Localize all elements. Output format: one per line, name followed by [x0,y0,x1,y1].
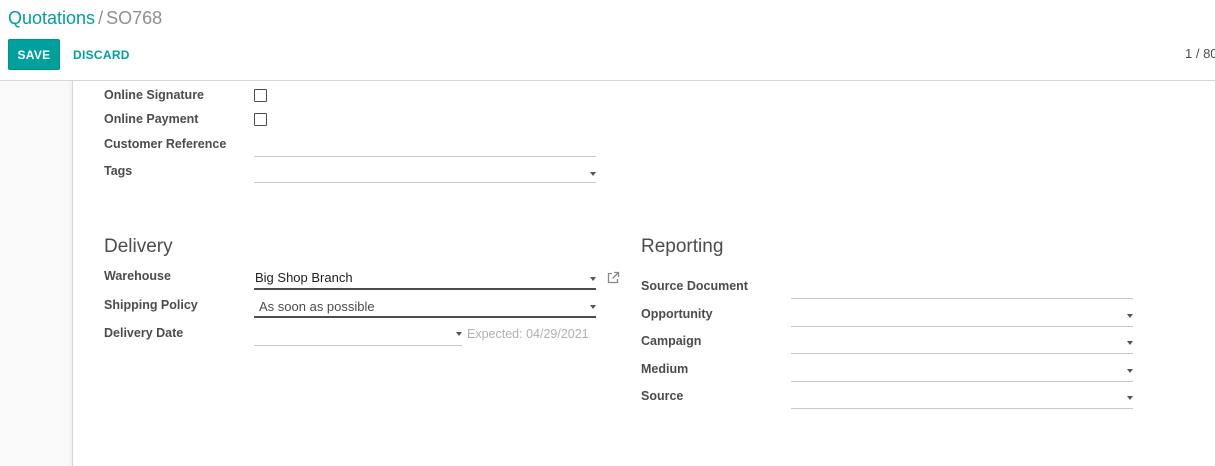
tags-input[interactable] [254,164,596,183]
medium-dropdown-caret-icon[interactable] [1127,369,1133,373]
campaign-input[interactable] [791,334,1133,354]
source-document-input[interactable] [791,279,1133,299]
source-input[interactable] [791,389,1133,409]
opportunity-input[interactable] [791,307,1133,327]
delivery-date-input[interactable] [254,326,462,346]
medium-input[interactable] [791,362,1133,382]
expected-date-hint: Expected: 04/29/2021 [467,327,589,341]
medium-label: Medium [641,362,689,376]
warehouse-value: Big Shop Branch [255,270,353,285]
opportunity-dropdown-caret-icon[interactable] [1127,314,1133,318]
source-dropdown-caret-icon[interactable] [1127,396,1133,400]
online-signature-checkbox[interactable] [254,89,267,102]
save-button[interactable]: SAVE [8,39,60,70]
breadcrumb-quotations-link[interactable]: Quotations [8,8,95,28]
campaign-dropdown-caret-icon[interactable] [1127,341,1133,345]
source-label: Source [641,389,684,403]
breadcrumb-current: SO768 [106,8,163,28]
delivery-date-dropdown-caret-icon[interactable] [456,332,462,336]
shipping-policy-value: As soon as possible [259,299,375,314]
warehouse-label: Warehouse [104,269,171,283]
online-signature-label: Online Signature [104,88,205,102]
shipping-policy-label: Shipping Policy [104,298,198,312]
online-payment-checkbox[interactable] [254,113,267,126]
customer-reference-label: Customer Reference [104,137,227,151]
customer-reference-input[interactable] [254,138,596,157]
reporting-section-title: Reporting [641,236,724,257]
opportunity-label: Opportunity [641,307,713,321]
delivery-date-label: Delivery Date [104,326,184,340]
shipping-policy-dropdown-caret-icon[interactable] [590,305,596,309]
warehouse-dropdown-caret-icon[interactable] [590,277,596,281]
pager[interactable]: 1 / 80 [1185,46,1215,61]
control-panel: Quotations / SO768 SAVE DISCARD 1 / 80 [0,0,1215,81]
delivery-section-title: Delivery [104,236,173,257]
breadcrumb: Quotations / SO768 [8,7,162,29]
discard-button[interactable]: DISCARD [64,39,139,70]
campaign-label: Campaign [641,334,702,348]
source-document-label: Source Document [641,279,748,293]
online-payment-label: Online Payment [104,112,199,126]
tags-dropdown-caret-icon[interactable] [590,172,596,176]
external-link-icon[interactable] [606,271,620,285]
breadcrumb-separator: / [98,8,104,28]
tags-label: Tags [104,164,133,178]
